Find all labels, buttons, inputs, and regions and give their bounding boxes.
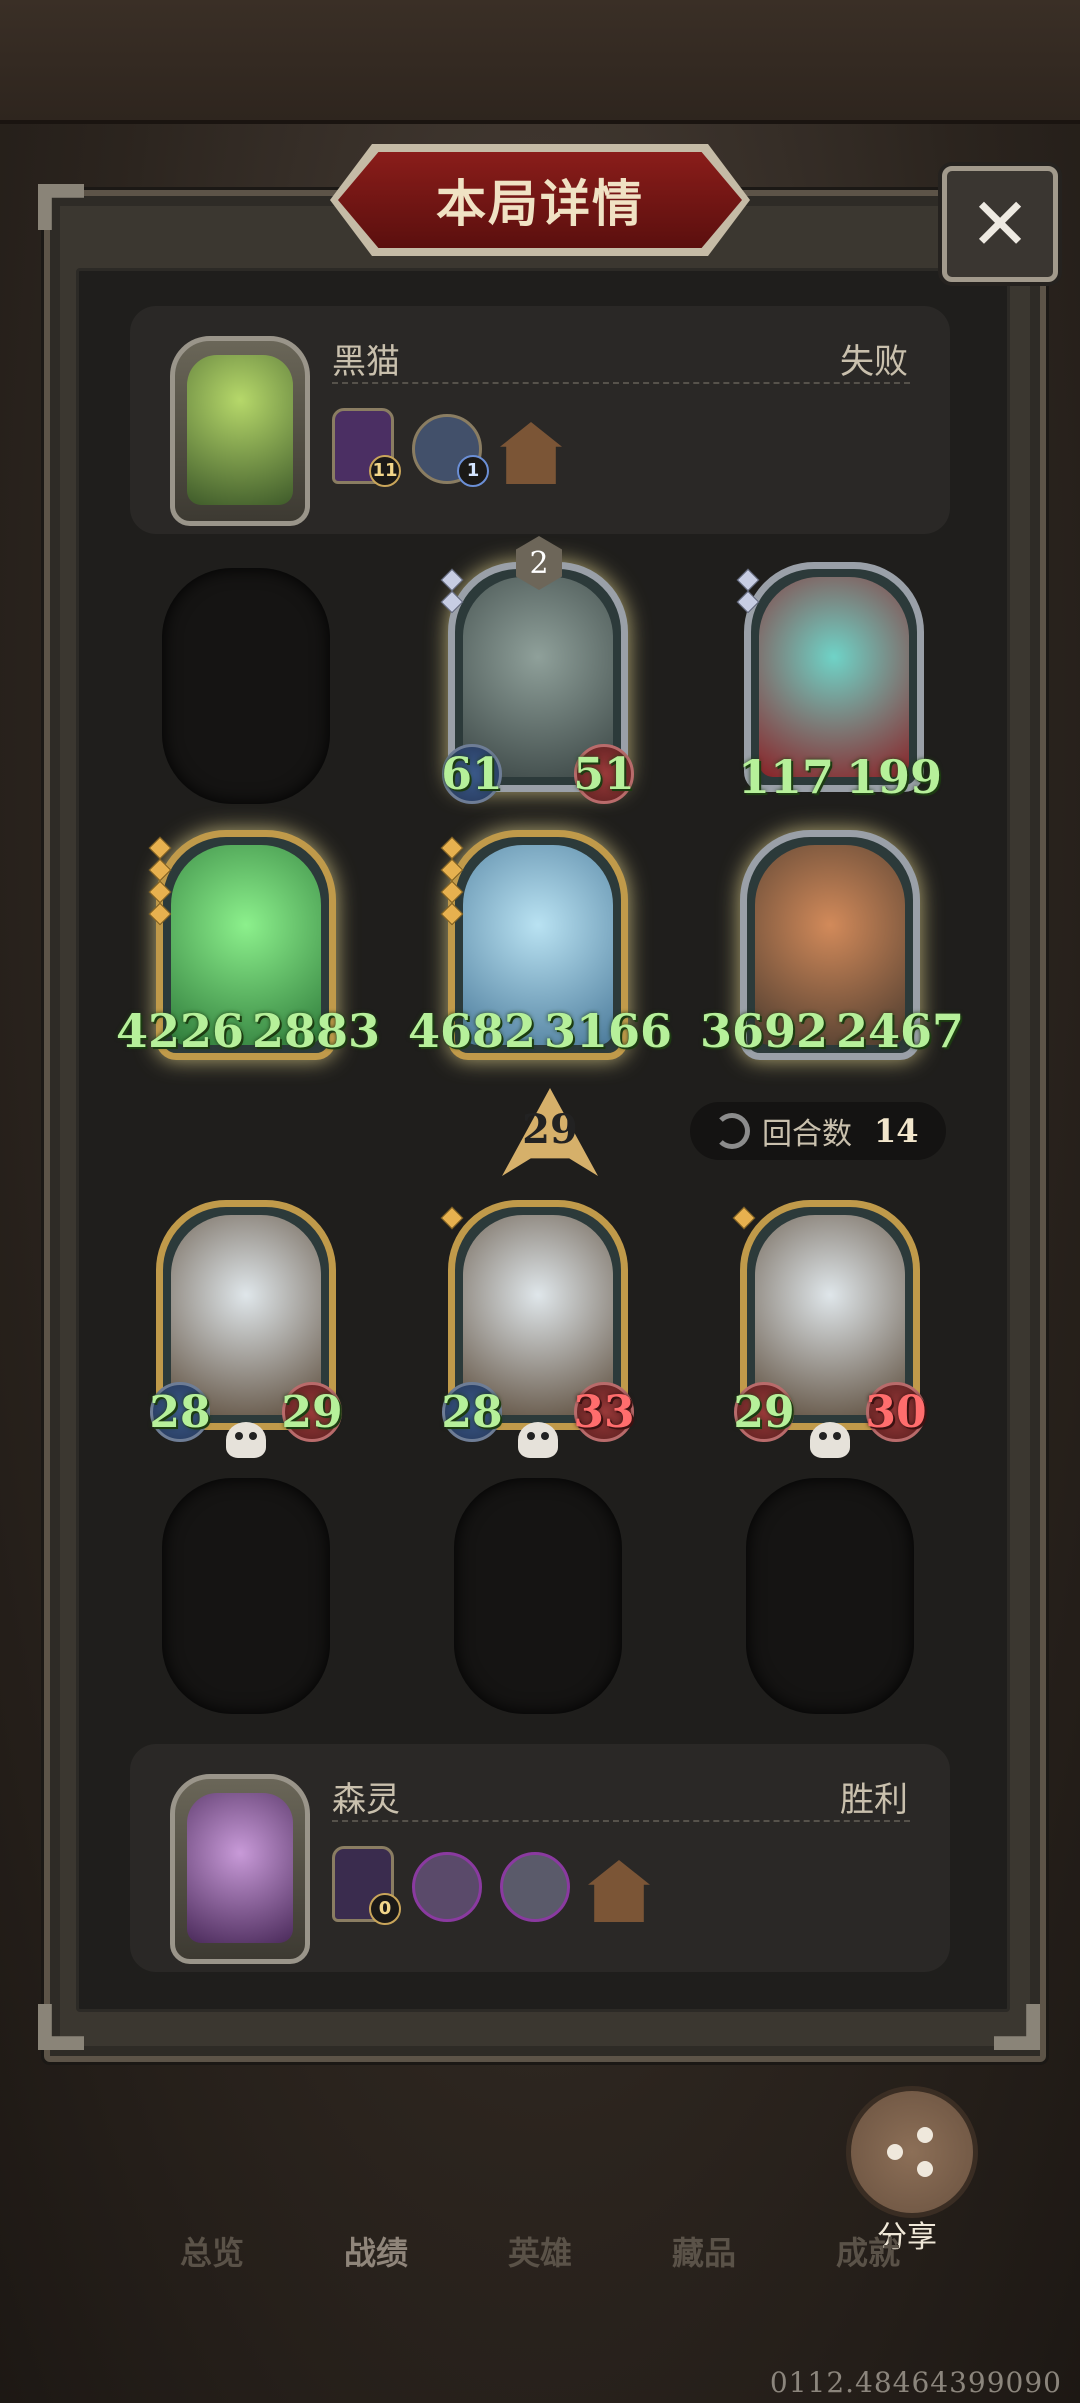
house-icon[interactable]: 5 [500,422,562,484]
round-label: 回合数 [762,1117,852,1152]
avatar[interactable] [170,336,310,526]
health-value: 33 [573,1382,635,1442]
avatar[interactable] [170,1774,310,1964]
player-name: 森灵 [332,1780,400,1820]
close-icon: ✕ [969,182,1031,266]
health-value: 2883 [252,1004,381,1058]
unit-card-fish-monster[interactable]: 2 61 51 [440,536,635,804]
unit-card-red-hair-archer[interactable]: 3692 2467 [700,830,964,1072]
round-value: 14 [874,1112,919,1150]
item-badge: 0 [369,1893,401,1925]
player-card: 森灵 胜利 0 6 [130,1744,950,1972]
attack-value: 61 [441,744,503,804]
player-name: 黑猫 [332,342,400,382]
skull-icon [810,1422,850,1458]
empty-slot [746,1478,914,1714]
attack-value: 3692 [700,1004,829,1058]
unit-portrait-icon-2[interactable] [500,1852,570,1922]
attack-arrow-value: 29 [522,1106,578,1153]
unit-portrait-icon[interactable] [412,1852,482,1922]
health-value: 3166 [544,1004,673,1058]
bottom-tab-bar: 总览 战绩 英雄 藏品 成就 [0,2196,1080,2306]
black-cat-portrait [187,355,293,505]
unit-card-green-ghost[interactable]: 4226 2883 [116,830,380,1072]
health-value: 199 [845,750,942,804]
item-badge: 1 [457,455,489,487]
dialog-title: 本局详情 [338,152,742,248]
close-button[interactable]: ✕ [942,166,1058,282]
health-value: 2467 [836,1004,965,1058]
attack-value: 28 [441,1382,503,1442]
item-badge: 11 [369,455,401,487]
health-value: 51 [573,744,635,804]
opponent-card: 黑猫 失败 11 1 5 [130,306,950,534]
purple-frame-icon[interactable]: 0 [332,1846,401,1925]
tab-heroes[interactable]: 英雄 [508,2228,572,2274]
tab-overview[interactable]: 总览 [180,2228,244,2274]
attack-value: 28 [149,1382,211,1442]
health-value: 30 [865,1382,927,1442]
skull-icon [226,1422,266,1458]
tab-records[interactable]: 战绩 [344,2228,408,2274]
attack-value: 4226 [116,1004,245,1058]
empty-slot [162,568,330,804]
unit-card-robot[interactable]: 28 29 [149,1200,343,1458]
player-result: 失败 [840,342,908,382]
divider [332,1820,910,1822]
round-counter: 回合数 14 [690,1102,946,1160]
unit-card-ghost[interactable]: 117 199 [736,562,942,804]
skull-icon [518,1422,558,1458]
empty-slot [162,1478,330,1714]
background-wall [0,0,1080,124]
health-value: 29 [281,1382,343,1442]
attack-value: 29 [733,1382,795,1442]
divider [332,382,910,384]
unit-card-robot[interactable]: 28 33 [440,1200,635,1458]
player-result: 胜利 [840,1780,908,1820]
refresh-icon [714,1113,750,1149]
empty-slot [454,1478,622,1714]
house-icon[interactable]: 6 [588,1860,650,1922]
unit-card-archer[interactable]: 4682 3166 [408,830,672,1072]
attack-value: 117 [738,750,835,804]
user-id: 0112.48464399090 [769,2366,1062,2399]
share-icon [887,2127,937,2177]
attack-value: 4682 [408,1004,537,1058]
item-badge: 5 [500,422,511,441]
tab-achievements[interactable]: 成就 [836,2228,900,2274]
tab-collection[interactable]: 藏品 [672,2228,736,2274]
unit-card-robot[interactable]: 29 30 [732,1200,927,1458]
item-badge: 6 [588,1860,599,1879]
purple-frame-icon[interactable]: 11 [332,408,401,487]
fish-icon[interactable]: 1 [412,414,489,487]
forest-spirit-portrait [187,1793,293,1943]
